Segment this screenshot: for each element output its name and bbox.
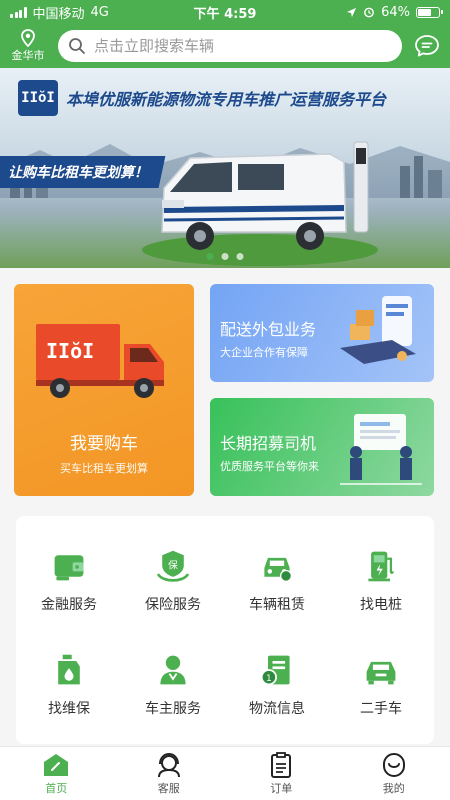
location-pin-icon	[21, 29, 35, 47]
driver-recruitment-card[interactable]: 长期招募司机 优质服务平台等你来	[210, 398, 434, 496]
maintenance-icon	[58, 654, 80, 685]
svg-text:IIŏI: IIŏI	[46, 339, 94, 363]
carousel-dot[interactable]	[221, 253, 229, 260]
service-car-rental[interactable]: 车辆租赁	[225, 534, 329, 614]
search-input[interactable]	[94, 37, 392, 55]
banner-title: 本埠优服新能源物流专用车推广运营服务平台	[66, 90, 387, 109]
promo-cards: IIŏI 我要购车 买车比租车更划算 配送外包业务 大企业合作有保障 长期招募司…	[14, 284, 436, 498]
service-used-car[interactable]: 二手车	[329, 638, 433, 718]
location-arrow-icon	[346, 7, 357, 17]
delivery-title: 配送外包业务	[220, 320, 317, 339]
buy-car-subtitle: 买车比租车更划算	[60, 462, 148, 475]
service-owner[interactable]: 车主服务	[121, 638, 225, 718]
chat-bubble-icon	[415, 35, 439, 57]
bottom-tab-bar: 首页 客服 订单 我的	[0, 746, 450, 800]
search-bar[interactable]	[58, 30, 402, 62]
search-icon	[69, 38, 85, 54]
signal-icon	[10, 6, 27, 18]
tab-profile[interactable]: 我的	[338, 747, 450, 800]
brand-logo: IIŏI	[18, 80, 58, 116]
message-button[interactable]	[412, 31, 442, 61]
truck-illustration: IIŏI	[36, 324, 164, 398]
service-logistics-info[interactable]: 1 物流信息	[225, 638, 329, 718]
buy-car-card[interactable]: IIŏI 我要购车 买车比租车更划算	[14, 284, 194, 496]
tab-home[interactable]: 首页	[0, 747, 113, 800]
header: 金华市	[0, 24, 450, 68]
battery-icon	[415, 6, 443, 18]
service-finance[interactable]: 金融服务	[17, 534, 121, 614]
carousel-dot[interactable]	[206, 253, 214, 260]
carousel-indicator	[206, 253, 244, 260]
svg-text:保: 保	[168, 559, 178, 572]
service-insurance[interactable]: 保 保险服务	[121, 534, 225, 614]
carousel-dot[interactable]	[236, 253, 244, 260]
services-grid: 金融服务 保 保险服务 车辆租赁 找电桩 找维保 车主服务 1 物流信息 二手车	[16, 516, 434, 744]
svg-text:1: 1	[266, 674, 272, 684]
service-charging-pile[interactable]: 找电桩	[329, 534, 433, 614]
clock: 下午 4:59	[193, 6, 257, 22]
city-label: 金华市	[11, 49, 45, 62]
tab-orders[interactable]: 订单	[225, 747, 338, 800]
city-selector[interactable]: 金华市	[8, 29, 48, 63]
electric-van-illustration	[142, 141, 378, 266]
service-maintenance[interactable]: 找维保	[17, 638, 121, 718]
used-car-icon	[366, 661, 396, 685]
delivery-illustration	[340, 296, 416, 364]
home-icon	[44, 753, 69, 776]
recruitment-illustration	[340, 414, 422, 485]
profile-icon	[382, 752, 405, 777]
drivers-title: 长期招募司机	[220, 434, 317, 453]
order-icon	[271, 751, 292, 778]
insurance-icon: 保	[157, 550, 189, 582]
battery-label: 64%	[381, 4, 410, 20]
promo-banner[interactable]: IIŏI 本埠优服新能源物流专用车推广运营服务平台 让购车比租车更划算！	[0, 68, 450, 268]
car-rental-icon	[264, 557, 293, 582]
tab-customer-service[interactable]: 客服	[113, 747, 226, 800]
drivers-subtitle: 优质服务平台等你来	[220, 460, 319, 473]
delivery-outsourcing-card[interactable]: 配送外包业务 大企业合作有保障	[210, 284, 434, 382]
wallet-icon	[54, 555, 84, 581]
charging-pile-icon	[368, 551, 394, 582]
network-label: 4G	[90, 4, 109, 20]
delivery-subtitle: 大企业合作有保障	[220, 346, 308, 359]
buy-car-title: 我要购车	[70, 434, 138, 454]
alarm-icon	[364, 7, 374, 18]
logistics-info-icon: 1	[260, 655, 290, 686]
owner-service-icon	[160, 655, 186, 685]
customer-service-icon	[157, 752, 180, 777]
carrier-label: 中国移动	[32, 6, 85, 22]
status-bar: 中国移动 4G 下午 4:59 64%	[0, 0, 450, 24]
